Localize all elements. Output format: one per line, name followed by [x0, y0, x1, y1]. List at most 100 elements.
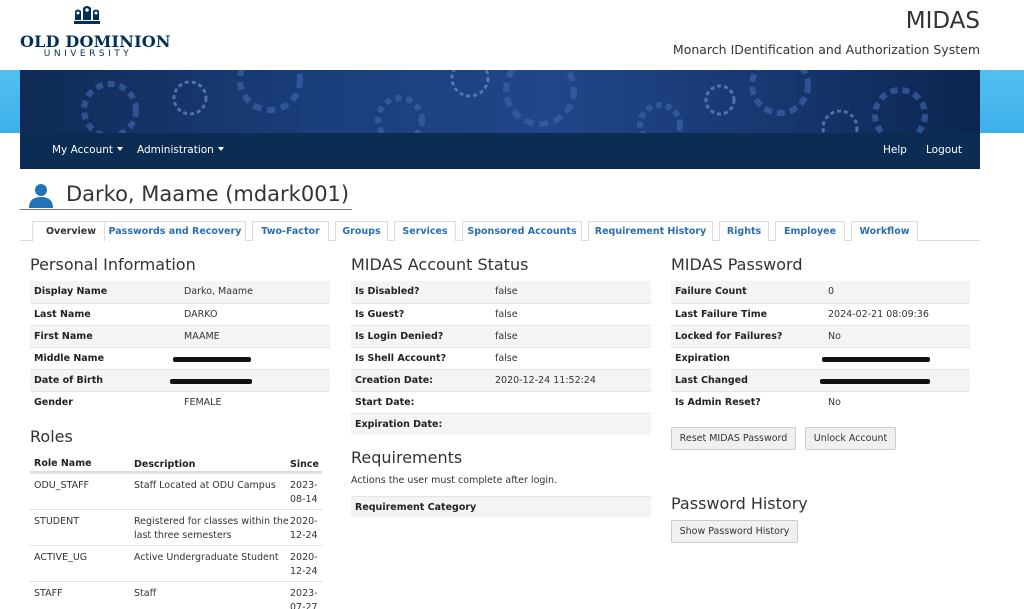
table-header: Role Name Description Since	[30, 455, 322, 473]
row-label: Display Name	[34, 286, 108, 297]
password-history-heading: Password History	[671, 494, 808, 513]
row-value: false	[495, 286, 518, 297]
role-since: 2023-07-27	[290, 588, 318, 609]
tab-bar: Overview Passwords and Recovery Two-Fact…	[20, 221, 980, 242]
midas-password-heading: MIDAS Password	[671, 255, 803, 274]
nav-label: Administration	[137, 144, 214, 156]
table-row: Creation Date: 2020-12-24 11:52:24	[351, 369, 651, 391]
role-description: Staff Located at ODU Campus	[134, 480, 276, 491]
app-brand: MIDAS	[905, 8, 980, 34]
table-row: Failure Count 0	[671, 281, 970, 303]
gears-image	[81, 70, 928, 133]
roles-table: Role Name Description Since ODU_STAFF St…	[30, 455, 322, 609]
tab-requirement-history[interactable]: Requirement History	[588, 221, 713, 241]
tab-employee[interactable]: Employee	[775, 221, 845, 241]
row-label: Last Changed	[675, 375, 748, 386]
tab-rights[interactable]: Rights	[719, 221, 769, 241]
row-label: Is Admin Reset?	[675, 397, 761, 408]
row-label: Failure Count	[675, 286, 747, 297]
nav-label: My Account	[52, 144, 114, 156]
unlock-account-button[interactable]: Unlock Account	[805, 427, 896, 450]
row-label: Locked for Failures?	[675, 331, 783, 342]
personal-info-table: Display Name Darko, Maame Last Name DARKO …	[30, 281, 330, 413]
row-label: Start Date:	[355, 397, 415, 408]
redacted-value	[170, 379, 252, 384]
odu-logo[interactable]: OLD DOMINION UNIVERSITY	[20, 2, 171, 60]
nav-logout[interactable]: Logout	[926, 144, 962, 156]
row-value: 2024-02-21 08:09:36	[828, 309, 929, 320]
row-label: Is Guest?	[355, 309, 405, 320]
row-value: No	[828, 331, 841, 342]
banner-gears-image	[20, 70, 980, 133]
row-label: Date of Birth	[34, 375, 104, 386]
table-row: Last Failure Time 2024-02-21 08:09:36	[671, 303, 970, 325]
row-label: Expiration Date:	[355, 419, 443, 430]
table-row: Gender FEMALE	[30, 391, 330, 413]
show-password-history-button[interactable]: Show Password History	[671, 520, 798, 543]
tab-groups[interactable]: Groups	[335, 221, 388, 241]
role-description: Active Undergraduate Student	[134, 552, 279, 563]
row-label: Is Shell Account?	[355, 353, 447, 364]
tab-sponsored-accounts[interactable]: Sponsored Accounts	[462, 221, 582, 241]
row-label: First Name	[34, 331, 93, 342]
tab-overview[interactable]: Overview	[32, 221, 110, 242]
role-name: ACTIVE_UG	[34, 552, 88, 563]
tab-two-factor[interactable]: Two-Factor	[252, 221, 329, 241]
row-value: MAAME	[184, 331, 220, 342]
row-label: Is Login Denied?	[355, 331, 444, 342]
tab-services[interactable]: Services	[394, 221, 456, 241]
row-label: Last Name	[34, 309, 91, 320]
role-name: STAFF	[34, 588, 63, 599]
row-label: Middle Name	[34, 353, 105, 364]
row-value: 0	[828, 286, 835, 297]
page-title-bar: Darko, Maame (mdark001)	[20, 180, 352, 210]
row-value: FEMALE	[184, 397, 222, 408]
tab-workflow[interactable]: Workflow	[851, 221, 918, 241]
account-status-heading: MIDAS Account Status	[351, 255, 529, 274]
user-icon	[29, 184, 53, 208]
table-row: Expiration	[671, 347, 970, 369]
table-row: Middle Name	[30, 347, 330, 369]
role-name: STUDENT	[34, 516, 80, 527]
row-value: DARKO	[184, 309, 218, 320]
table-row: ACTIVE_UG Active Undergraduate Student 2…	[30, 545, 322, 581]
tab-passwords-and-recovery[interactable]: Passwords and Recovery	[104, 221, 246, 241]
caret-down-icon	[117, 147, 124, 151]
row-label: Creation Date:	[355, 375, 433, 386]
table-row: Expiration Date:	[351, 413, 651, 435]
page-title: Darko, Maame (mdark001)	[66, 182, 350, 206]
role-name: ODU_STAFF	[34, 480, 90, 491]
row-value: false	[495, 309, 518, 320]
table-row: STUDENT Registered for classes within th…	[30, 509, 322, 545]
app-tagline: Monarch IDentification and Authorization…	[672, 42, 980, 57]
caret-down-icon	[217, 147, 224, 151]
table-row: Last Name DARKO	[30, 303, 330, 325]
logo-subtitle: UNIVERSITY	[43, 49, 133, 59]
personal-info-heading: Personal Information	[30, 255, 196, 274]
role-description: Registered for classes within the last t…	[134, 516, 289, 541]
table-row: Is Disabled? false	[351, 281, 651, 303]
table-row: First Name MAAME	[30, 325, 330, 347]
redacted-value	[173, 357, 251, 362]
row-label: Is Disabled?	[355, 286, 420, 297]
row-value: No	[828, 397, 841, 408]
row-value: false	[495, 331, 518, 342]
row-value: 2020-12-24 11:52:24	[495, 375, 596, 386]
account-status-table: Is Disabled? false Is Guest? false Is Logi…	[351, 281, 651, 435]
row-value: Darko, Maame	[184, 286, 253, 297]
reset-midas-password-button[interactable]: Reset MIDAS Password	[671, 427, 796, 450]
table-row: Is Guest? false	[351, 303, 651, 325]
row-value: false	[495, 353, 518, 364]
column-header: Since	[290, 459, 319, 470]
crown-icon	[74, 6, 100, 24]
nav-administration[interactable]: Administration	[137, 144, 224, 156]
row-label: Last Failure Time	[675, 309, 768, 320]
table-row: Is Admin Reset? No	[671, 391, 970, 413]
nav-my-account[interactable]: My Account	[52, 144, 124, 156]
column-header: Role Name	[34, 458, 92, 469]
row-label: Expiration	[675, 353, 730, 364]
nav-help[interactable]: Help	[883, 144, 907, 156]
column-header: Requirement Category	[355, 502, 477, 513]
redacted-value	[822, 357, 930, 362]
table-row: Last Changed	[671, 369, 970, 391]
